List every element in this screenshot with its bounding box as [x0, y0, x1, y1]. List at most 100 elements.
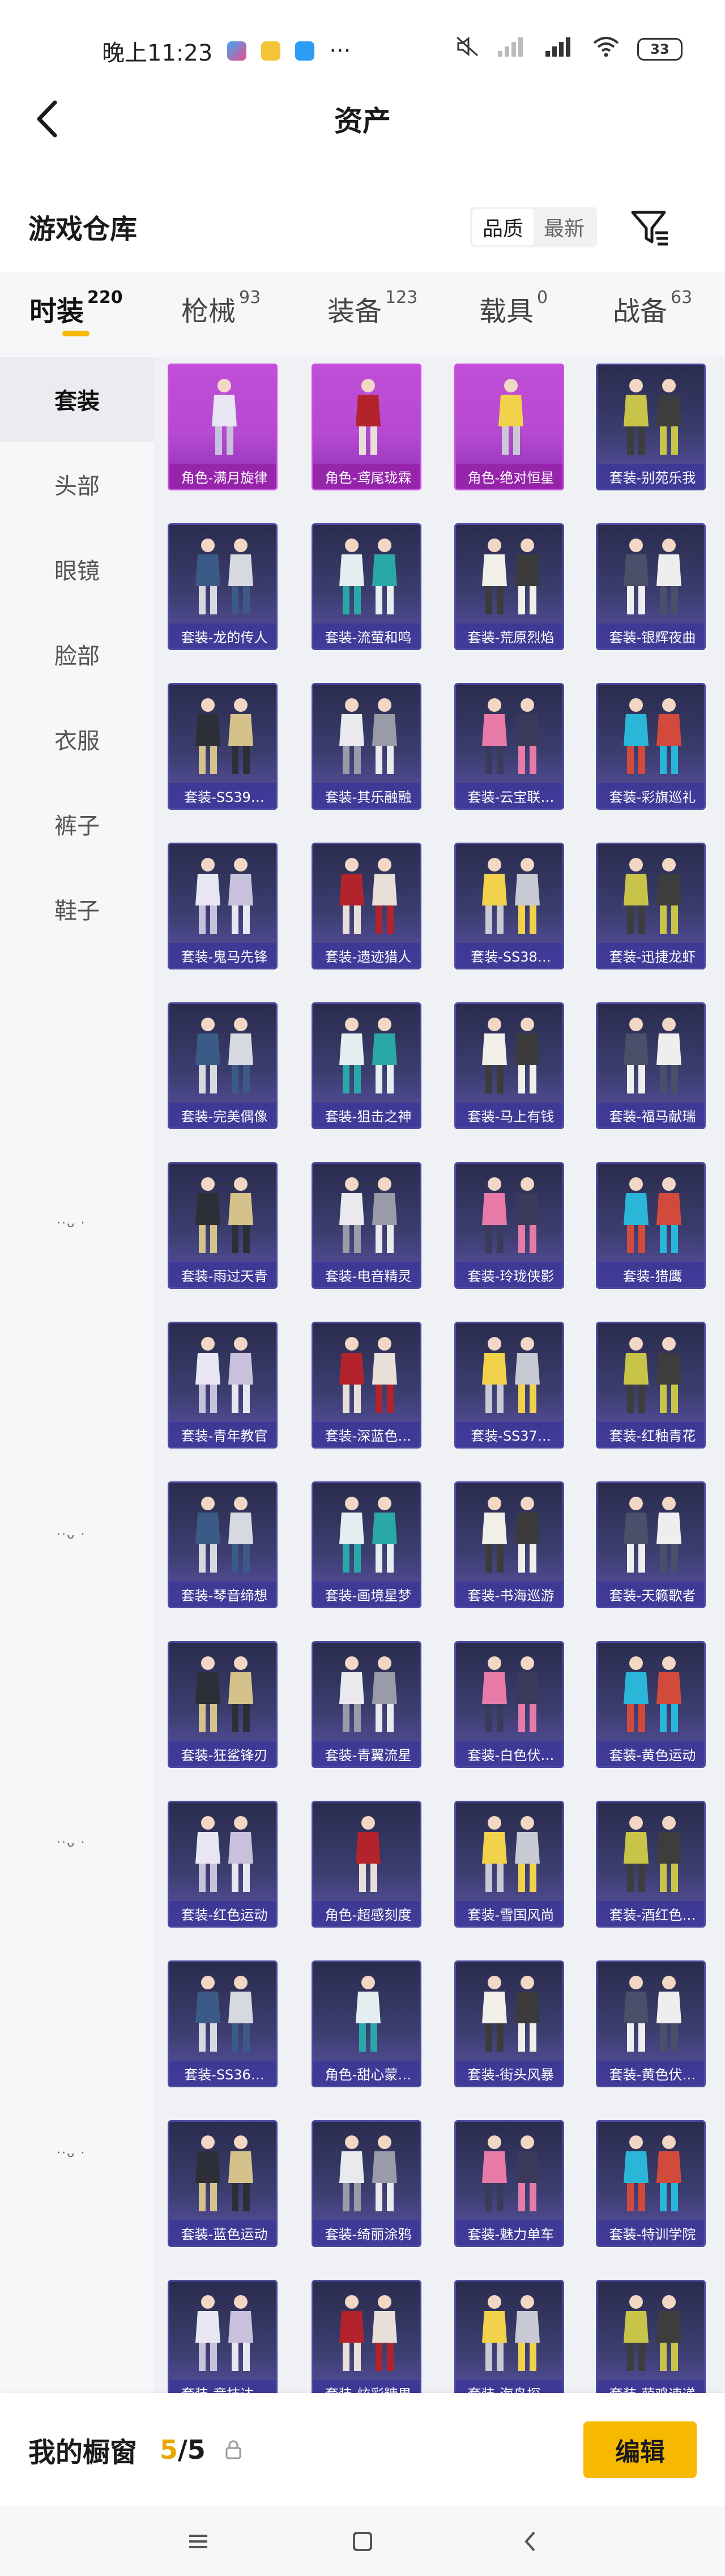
outfit-card[interactable]: 套装-炫彩糖果 [312, 2280, 421, 2393]
sidebar-item-head[interactable]: 头部 [0, 442, 154, 527]
outfit-card[interactable]: 套装-酒红色… [596, 1801, 706, 1928]
outfit-card[interactable]: 套装-电音精灵 [312, 1162, 421, 1289]
tab-equipment[interactable]: 装备 123 [327, 288, 417, 328]
sidebar-item-shoes[interactable]: 鞋子 [0, 866, 154, 951]
outfit-label: 套装-蓝色运动 [169, 2220, 276, 2245]
chevron-left-icon [524, 2531, 535, 2552]
outfit-card[interactable]: 套装-画境星梦 [312, 1481, 421, 1608]
outfit-card[interactable]: 套装-青翼流星 [312, 1641, 421, 1768]
outfit-thumbnail-icon [339, 858, 397, 934]
outfit-card[interactable]: 套装-竞技达… [168, 2280, 278, 2393]
sidebar-ghost-mark: ··ᴗ · [57, 2146, 86, 2160]
outfit-card[interactable]: 角色-满月旋律 [168, 364, 278, 490]
tab-combat[interactable]: 战备 63 [613, 288, 693, 328]
outfit-card[interactable]: 套装-福马献瑞 [596, 1002, 706, 1129]
subcategory-sidebar: 套装 头部 眼镜 脸部 衣服 裤子 鞋子 ··ᴗ · ··ᴗ · ··ᴗ · ·… [0, 357, 154, 2393]
outfit-label: 套装-流萤和鸣 [313, 623, 420, 648]
outfit-card[interactable]: 套装-绮丽涂鸦 [312, 2120, 421, 2247]
tab-count: 63 [671, 288, 693, 307]
outfit-card[interactable]: 套装-书海巡游 [454, 1481, 564, 1608]
outfit-card[interactable]: 套装-马上有钱 [454, 1002, 564, 1129]
outfit-card[interactable]: 套装-红色运动 [168, 1801, 278, 1928]
menu-nav-button[interactable] [181, 2524, 215, 2558]
outfit-card[interactable]: 套装-萌鸡速递 [596, 2280, 706, 2393]
sidebar-item-pants[interactable]: 裤子 [0, 781, 154, 866]
outfit-card[interactable]: 套装-雪国风尚 [454, 1801, 564, 1928]
outfit-card[interactable]: 套装-玲珑侠影 [454, 1162, 564, 1289]
outfit-card[interactable]: 套装-流萤和鸣 [312, 523, 421, 650]
outfit-card[interactable]: 套装-SS37… [454, 1322, 564, 1449]
outfit-card[interactable]: 套装-白色伏… [454, 1641, 564, 1768]
outfit-card[interactable]: 套装-天籁歌者 [596, 1481, 706, 1608]
outfit-card[interactable]: 套装-黄色伏… [596, 1960, 706, 2087]
outfit-thumbnail-icon [624, 1337, 681, 1413]
outfit-thumbnail-icon [195, 858, 253, 934]
tab-fashion[interactable]: 时装 220 [29, 288, 123, 328]
outfit-card[interactable]: 套装-街头风暴 [454, 1960, 564, 2087]
sort-latest-button[interactable]: 最新 [534, 209, 595, 245]
sidebar-item-glasses[interactable]: 眼镜 [0, 527, 154, 612]
outfit-thumbnail-icon [212, 379, 237, 455]
sidebar-item-face[interactable]: 脸部 [0, 612, 154, 697]
outfit-card[interactable]: 套装-迅捷龙虾 [596, 843, 706, 969]
outfit-thumbnail-icon [195, 1337, 253, 1413]
outfit-card[interactable]: 套装-海岛探… [454, 2280, 564, 2393]
outfit-card[interactable]: 套装-蓝色运动 [168, 2120, 278, 2247]
edit-button[interactable]: 编辑 [583, 2421, 697, 2478]
outfit-card[interactable]: 套装-龙的传人 [168, 523, 278, 650]
outfit-label: 套装-画境星梦 [313, 1582, 420, 1607]
outfit-thumbnail-icon [339, 1497, 397, 1573]
outfit-thumbnail-icon [482, 1018, 540, 1093]
outfit-card[interactable]: 套装-SS36… [168, 1960, 278, 2087]
outfit-card[interactable]: 套装-红釉青花 [596, 1322, 706, 1449]
showcase-current: 5 [160, 2434, 178, 2465]
sidebar-item-clothes[interactable]: 衣服 [0, 697, 154, 781]
system-nav-bar [0, 2506, 725, 2576]
outfit-label: 套装-黄色运动 [598, 1741, 704, 1766]
outfit-card[interactable]: 套装-雨过天青 [168, 1162, 278, 1289]
bell-app-icon [261, 41, 281, 61]
outfit-card[interactable]: 套装-彩旗巡礼 [596, 683, 706, 810]
outfit-card[interactable]: 角色-鸢尾珑霖 [312, 364, 421, 490]
outfit-label: 套装-酒红色… [598, 1901, 704, 1926]
outfit-card[interactable]: 角色-超感刻度 [312, 1801, 421, 1928]
back-nav-button[interactable] [513, 2524, 547, 2558]
home-nav-button[interactable] [346, 2524, 379, 2558]
sidebar-item-suit[interactable]: 套装 [0, 357, 154, 442]
outfit-card[interactable]: 套装-鬼马先锋 [168, 843, 278, 969]
outfit-card[interactable]: 套装-黄色运动 [596, 1641, 706, 1768]
outfit-label: 套装-青年教官 [169, 1422, 276, 1447]
filter-icon [631, 211, 668, 246]
back-button[interactable] [25, 96, 70, 142]
outfit-card[interactable]: 套装-猎鹰 [596, 1162, 706, 1289]
outfit-card[interactable]: 套装-完美偶像 [168, 1002, 278, 1129]
tab-vehicles[interactable]: 载具 0 [479, 288, 548, 328]
outfit-label: 套装-完美偶像 [169, 1103, 276, 1127]
outfit-card[interactable]: 套装-云宝联… [454, 683, 564, 810]
outfit-thumbnail-icon [195, 1497, 253, 1573]
outfit-thumbnail-icon [482, 1497, 540, 1573]
outfit-card[interactable]: 角色-绝对恒星 [454, 364, 564, 490]
filter-button[interactable] [628, 207, 673, 250]
outfit-card[interactable]: 套装-特训学院 [596, 2120, 706, 2247]
sort-quality-button[interactable]: 品质 [472, 209, 534, 245]
outfit-card[interactable]: 套装-SS39… [168, 683, 278, 810]
outfit-card[interactable]: 套装-银辉夜曲 [596, 523, 706, 650]
battery-indicator: 33 [637, 37, 683, 61]
outfit-card[interactable]: 套装-别苑乐我 [596, 364, 706, 490]
outfit-thumbnail-icon [624, 698, 681, 774]
outfit-card[interactable]: 套装-青年教官 [168, 1322, 278, 1449]
outfit-card[interactable]: 套装-深蓝色… [312, 1322, 421, 1449]
outfit-card[interactable]: 角色-甜心蒙… [312, 1960, 421, 2087]
outfit-card[interactable]: 套装-其乐融融 [312, 683, 421, 810]
outfit-card[interactable]: 套装-荒原烈焰 [454, 523, 564, 650]
outfit-card[interactable]: 套装-狙击之神 [312, 1002, 421, 1129]
tab-guns[interactable]: 枪械 93 [181, 288, 261, 328]
outfit-card[interactable]: 套装-魅力单车 [454, 2120, 564, 2247]
outfit-card[interactable]: 套装-SS38… [454, 843, 564, 969]
outfit-card[interactable]: 套装-狂鲨锋刃 [168, 1641, 278, 1768]
outfit-card[interactable]: 套装-遗迹猎人 [312, 843, 421, 969]
outfit-thumbnail-icon [195, 1177, 253, 1253]
outfit-label: 套装-鬼马先锋 [169, 943, 276, 968]
outfit-card[interactable]: 套装-琴音缔想 [168, 1481, 278, 1608]
